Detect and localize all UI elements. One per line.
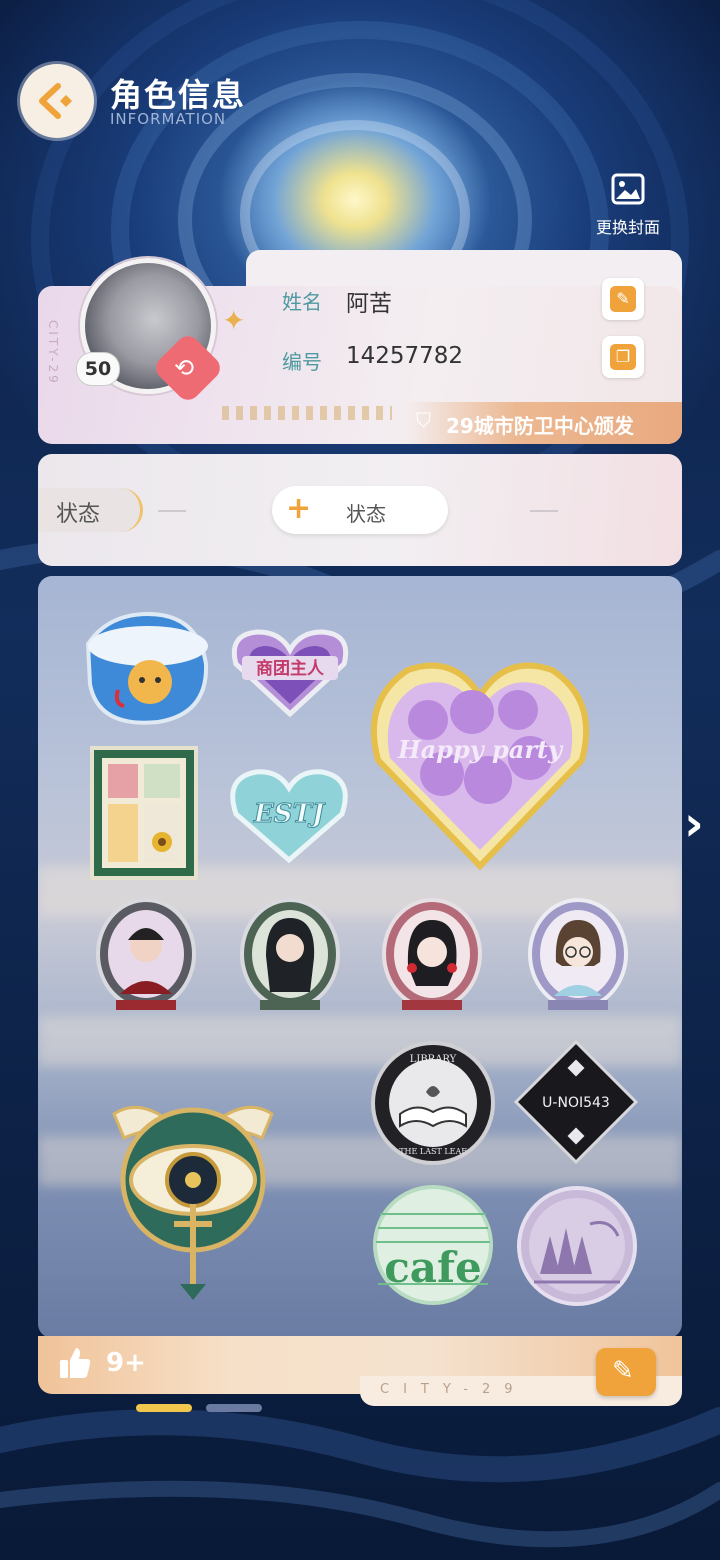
like-count: 9+	[106, 1348, 146, 1378]
sparkle-icon: ✦	[222, 304, 246, 337]
issuer-text: 29城市防卫中心颁发	[446, 414, 634, 438]
eye-wings-badge[interactable]	[104, 1094, 282, 1302]
add-status-button[interactable]: + 状态	[272, 486, 448, 534]
like-button[interactable]	[58, 1346, 92, 1380]
add-status-label: 状态	[346, 502, 386, 526]
next-page-arrow-icon[interactable]: ›	[684, 796, 704, 852]
library-top-text: LIBRARY	[410, 1054, 457, 1065]
forest-badge[interactable]	[514, 1184, 640, 1308]
plus-icon: +	[286, 491, 312, 526]
page-indicator-active	[136, 1404, 192, 1412]
copy-icon: ❐	[610, 344, 636, 370]
back-arrow-icon	[39, 83, 72, 119]
guild-master-badge[interactable]: 商团主人	[228, 624, 352, 720]
happy-party-text: Happy party	[397, 735, 564, 764]
card-city-text: CITY-29	[46, 320, 60, 386]
edit-name-button[interactable]: ✎	[602, 278, 644, 320]
edit-icon: ✎	[612, 1356, 634, 1386]
cafe-badge[interactable]: cafe	[370, 1184, 496, 1306]
edit-icon: ✎	[610, 286, 636, 312]
flower-frame-badge[interactable]	[90, 746, 198, 880]
estj-heart-badge[interactable]: ESTJ	[226, 764, 352, 864]
checker-decoration	[222, 406, 392, 420]
cafe-text: cafe	[384, 1243, 482, 1292]
footer-city-text: CITY-29	[380, 1382, 527, 1397]
status-tab-label: 状态	[56, 502, 101, 527]
library-badge[interactable]: LIBRARY THE LAST LEAF	[370, 1040, 496, 1166]
edit-badges-button[interactable]: ✎	[596, 1348, 656, 1396]
copy-id-button[interactable]: ❐	[602, 336, 644, 378]
divider	[530, 510, 558, 512]
name-value: 阿苦	[346, 291, 392, 317]
divider	[158, 510, 186, 512]
id-value: 14257782	[346, 343, 464, 369]
id-label: 编号	[282, 350, 322, 374]
unoise-badge[interactable]: U-NOI543	[514, 1040, 638, 1164]
shield-icon: ⛉	[416, 408, 431, 432]
name-label: 姓名	[282, 290, 322, 314]
estj-text: ESTJ	[253, 799, 326, 829]
image-icon	[611, 173, 645, 205]
portrait-man-badge[interactable]	[92, 896, 200, 1020]
swap-icon: ⟲	[174, 354, 195, 382]
rain-cat-badge[interactable]	[78, 604, 214, 730]
happy-party-badge[interactable]: Happy party	[368, 650, 592, 874]
page-subtitle: INFORMATION	[110, 110, 227, 128]
level-badge: 50	[76, 352, 120, 386]
status-tab[interactable]: 状态	[38, 488, 143, 532]
portrait-girl-badge[interactable]	[378, 896, 486, 1020]
back-button[interactable]	[20, 64, 94, 138]
library-bottom-text: THE LAST LEAF	[399, 1147, 467, 1156]
change-cover-button[interactable]: 更换封面	[588, 172, 668, 238]
guild-master-text: 商团主人	[256, 658, 325, 679]
portrait-glasses-badge[interactable]	[524, 896, 632, 1020]
portrait-longhair-badge[interactable]	[236, 896, 344, 1020]
page-indicator	[206, 1404, 262, 1412]
unoise-text: U-NOI543	[542, 1095, 610, 1111]
change-cover-label: 更换封面	[595, 218, 660, 237]
